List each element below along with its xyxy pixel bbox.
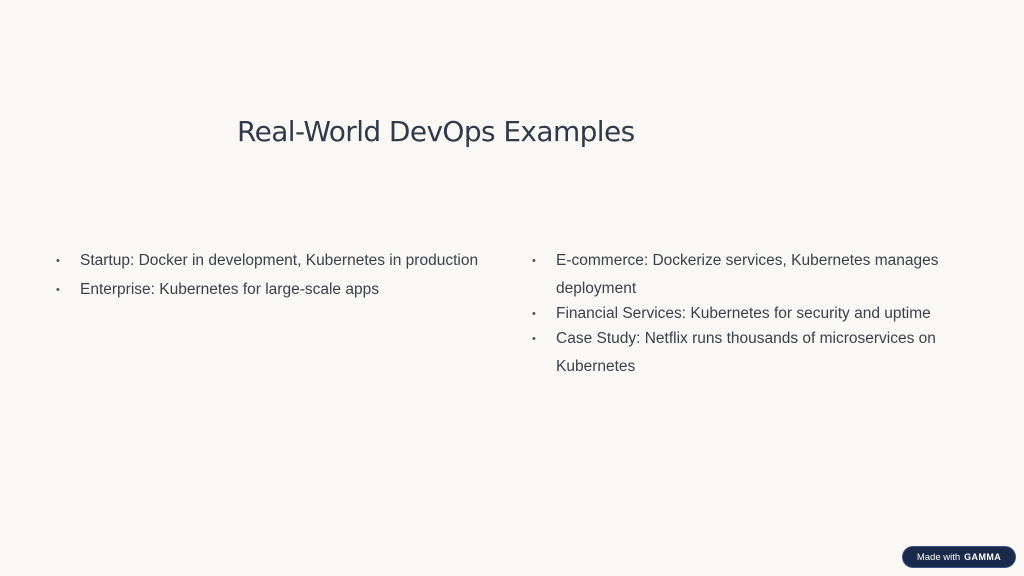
- bullet-icon: •: [532, 255, 536, 267]
- gamma-logo: GAMMA: [964, 552, 1002, 562]
- bullet-icon: •: [56, 284, 60, 296]
- made-with-gamma-badge[interactable]: Made with GAMMA: [902, 546, 1016, 568]
- slide-title: Real-World DevOps Examples: [237, 115, 635, 148]
- bullet-icon: •: [532, 333, 536, 345]
- list-item: • Enterprise: Kubernetes for large-scale…: [56, 276, 496, 304]
- list-item: • Financial Services: Kubernetes for sec…: [532, 300, 962, 328]
- slide: Real-World DevOps Examples • Startup: Do…: [0, 0, 1024, 576]
- bullet-list-left: • Startup: Docker in development, Kubern…: [56, 247, 496, 305]
- list-item-text: E-commerce: Dockerize services, Kubernet…: [556, 252, 939, 297]
- list-item: • Startup: Docker in development, Kubern…: [56, 247, 496, 275]
- bullet-list-right: • E-commerce: Dockerize services, Kubern…: [532, 247, 962, 378]
- bullet-icon: •: [532, 308, 536, 320]
- list-item-text: Enterprise: Kubernetes for large-scale a…: [80, 281, 379, 298]
- list-item: • Case Study: Netflix runs thousands of …: [532, 325, 962, 381]
- list-item-text: Startup: Docker in development, Kubernet…: [80, 252, 479, 269]
- list-item-text: Financial Services: Kubernetes for secur…: [556, 305, 931, 322]
- list-item-text: Case Study: Netflix runs thousands of mi…: [556, 330, 936, 375]
- list-item: • E-commerce: Dockerize services, Kubern…: [532, 247, 962, 303]
- badge-prefix: Made with: [916, 551, 961, 563]
- bullet-icon: •: [56, 255, 60, 267]
